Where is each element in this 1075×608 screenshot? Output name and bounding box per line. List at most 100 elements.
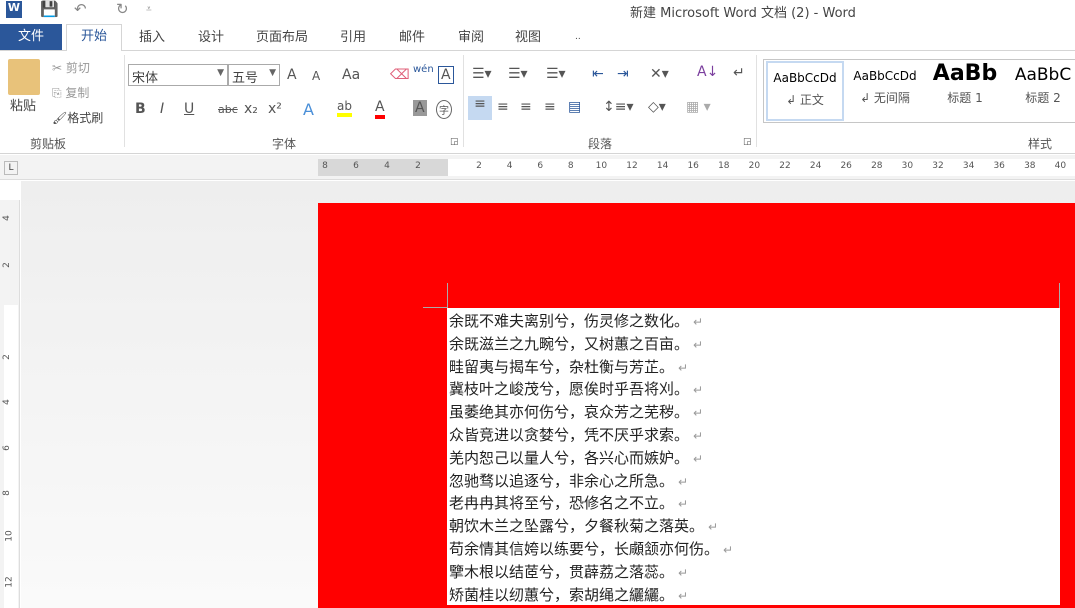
paragraph-line[interactable]: 冀枝叶之峻茂兮，愿俟时乎吾将刈。 ↵ (449, 378, 703, 399)
tab-more[interactable]: .. (575, 32, 581, 42)
font-size-value: 五号 (232, 71, 259, 86)
tab-view[interactable]: 视图 (515, 26, 541, 45)
style-preview: AaBbC (1014, 65, 1072, 85)
ruler-number: 14 (656, 161, 669, 171)
underline-button[interactable]: U (184, 101, 194, 117)
style-preview: AaBbCcDd (853, 69, 917, 83)
style-heading-1[interactable]: AaBb 标题 1 (926, 61, 1004, 121)
font-name-select[interactable]: 宋体 ▼ (128, 64, 228, 86)
font-color-icon[interactable]: A (375, 99, 385, 119)
char-border-icon[interactable]: A (438, 66, 454, 84)
borders-icon[interactable]: ▦ ▾ (686, 99, 711, 115)
paste-button[interactable]: 粘贴 (10, 95, 36, 114)
subscript-button[interactable]: x₂ (244, 101, 258, 117)
tab-insert[interactable]: 插入 (139, 26, 165, 45)
paragraph-line[interactable]: 虽萎绝其亦何伤兮，哀众芳之芜秽。 ↵ (449, 401, 703, 422)
enclose-char-icon[interactable]: 字 (436, 100, 452, 119)
style-name: ↲ 无间隔 (860, 91, 910, 105)
show-marks-icon[interactable]: ↵ (733, 65, 745, 81)
paragraph-line[interactable]: 忽驰骛以追逐兮，非余心之所急。 ↵ (449, 470, 688, 491)
superscript-button[interactable]: x² (268, 101, 282, 117)
style-name: 标题 2 (1025, 91, 1061, 105)
paragraph-line[interactable]: 余既滋兰之九畹兮，又树蕙之百亩。 ↵ (449, 333, 703, 354)
phonetic-guide-icon[interactable]: wén (413, 64, 434, 75)
style-no-spacing[interactable]: AaBbCcDd ↲ 无间隔 (846, 61, 924, 121)
text-effects-icon[interactable]: A (303, 100, 314, 119)
ribbon-tabs: 插入 设计 页面布局 引用 邮件 审阅 视图 .. (0, 22, 1075, 51)
char-shading-icon[interactable]: A (413, 100, 427, 116)
line-spacing-icon[interactable]: ↕≡▾ (603, 99, 634, 115)
save-icon[interactable]: 💾 (40, 0, 59, 18)
clipboard-group-label: 剪贴板 (30, 137, 67, 151)
change-case-icon[interactable]: Aa (342, 67, 360, 83)
vertical-ruler[interactable]: 4 2 2 4 6 8 10 12 (0, 200, 20, 608)
cut-button[interactable]: ✂ 剪切 (52, 59, 90, 76)
paragraph-line[interactable]: 众皆竞进以贪婪兮，凭不厌乎求索。 ↵ (449, 424, 703, 445)
ruler-number: 8 (567, 161, 574, 171)
shading-icon[interactable]: ◇▾ (648, 99, 666, 115)
tab-file[interactable]: 文件 (0, 24, 62, 50)
tab-selector[interactable]: L (4, 161, 18, 175)
italic-button[interactable]: I (160, 101, 164, 117)
ruler-number: 30 (901, 161, 914, 171)
horizontal-ruler[interactable]: L 8 6 4 2 2 4 6 8 10 12 14 16 18 20 22 24 26 28 30 32 34 36 38… (0, 155, 1075, 180)
tab-mailings[interactable]: 邮件 (399, 26, 425, 45)
justify-button[interactable]: ≡ (544, 99, 556, 115)
strikethrough-button[interactable]: abc (218, 103, 238, 116)
paragraph-line[interactable]: 老冉冉其将至兮，恐修名之不立。 ↵ (449, 492, 688, 513)
styles-group-label: 样式 (1028, 137, 1053, 151)
ruler-number: 6 (353, 161, 359, 171)
text-body[interactable]: 余既不难夫离别兮，伤灵修之数化。 ↵ 余既滋兰之九畹兮，又树蕙之百亩。 ↵ 畦留夷与揭车… (447, 308, 1060, 605)
paragraph-line[interactable]: 畦留夷与揭车兮，杂杜衡与芳芷。 ↵ (449, 356, 688, 377)
tab-home[interactable]: 开始 (66, 24, 122, 52)
paragraph-mark: ↵ (723, 543, 734, 557)
numbering-icon[interactable]: ☰▾ (508, 66, 528, 82)
ruler-number: 6 (537, 161, 544, 171)
paragraph-line[interactable]: 矫菌桂以纫蕙兮，索胡绳之纚纚。 ↵ (449, 584, 688, 605)
sort-icon[interactable]: A↓ (697, 64, 718, 80)
copy-button[interactable]: ⎘ 复制 (52, 84, 89, 101)
paragraph-line[interactable]: 擥木根以结茝兮，贯薜荔之落蕊。 ↵ (449, 561, 688, 582)
align-center-button[interactable]: ≡ (497, 99, 509, 115)
paste-icon[interactable] (8, 59, 40, 95)
paragraph-mark: ↵ (693, 315, 704, 329)
tab-layout[interactable]: 页面布局 (256, 26, 308, 45)
chinese-layout-icon[interactable]: ✕▾ (650, 66, 669, 82)
style-heading-2[interactable]: AaBbC 标题 2 (1004, 61, 1075, 121)
paragraph-mark: ↵ (708, 520, 719, 535)
format-painter-button[interactable]: 🖌格式刷 (52, 109, 103, 126)
highlight-icon[interactable]: ab (337, 99, 352, 117)
distributed-button[interactable]: ▤ (568, 99, 581, 115)
paragraph-line[interactable]: 苟余情其信姱以练要兮，长顑颔亦何伤。 ↵ (449, 538, 733, 559)
paragraph-dialog-launcher-icon[interactable]: ◲ (743, 137, 752, 147)
paragraph-line[interactable]: 羌内恕己以量人兮，各兴心而嫉妒。 ↵ (449, 447, 703, 468)
multilevel-list-icon[interactable]: ☰▾ (546, 66, 566, 82)
style-name: ↲ 正文 (786, 93, 824, 107)
line-text: 擥木根以结茝兮，贯薜荔之落蕊。 (449, 562, 675, 581)
undo-icon[interactable]: ↶ (74, 0, 87, 18)
paragraph-line[interactable]: 余既不难夫离别兮，伤灵修之数化。 ↵ (449, 310, 703, 331)
font-size-select[interactable]: 五号 ▼ (228, 64, 280, 86)
bold-button[interactable]: B (135, 101, 146, 117)
copy-label: 复制 (65, 86, 90, 100)
align-left-button[interactable]: ≡ (468, 96, 492, 120)
redo-icon[interactable]: ↻ (116, 0, 129, 18)
bullets-icon[interactable]: ☰▾ (472, 66, 492, 82)
tab-review[interactable]: 审阅 (458, 26, 484, 45)
line-text: 忽驰骛以追逐兮，非余心之所急。 (449, 471, 675, 490)
shrink-font-icon[interactable]: A (312, 69, 320, 83)
tab-design[interactable]: 设计 (198, 26, 224, 45)
font-dialog-launcher-icon[interactable]: ◲ (450, 137, 459, 147)
ruler-number: 4 (384, 161, 390, 171)
decrease-indent-icon[interactable]: ⇤ (592, 66, 604, 82)
increase-indent-icon[interactable]: ⇥ (617, 66, 629, 82)
style-normal[interactable]: AaBbCcDd ↲ 正文 (766, 61, 844, 121)
ruler-number: 18 (718, 161, 730, 171)
clear-format-icon[interactable]: ⌫ (390, 67, 410, 83)
customize-qat-icon[interactable]: ⩡ (146, 4, 152, 15)
align-right-button[interactable]: ≡ (520, 99, 532, 115)
paragraph-line[interactable]: 朝饮木兰之坠露兮，夕餐秋菊之落英。 ↵ (449, 515, 718, 536)
tab-references[interactable]: 引用 (340, 26, 366, 45)
grow-font-icon[interactable]: A (287, 67, 297, 83)
paragraph-mark: ↵ (678, 360, 689, 375)
